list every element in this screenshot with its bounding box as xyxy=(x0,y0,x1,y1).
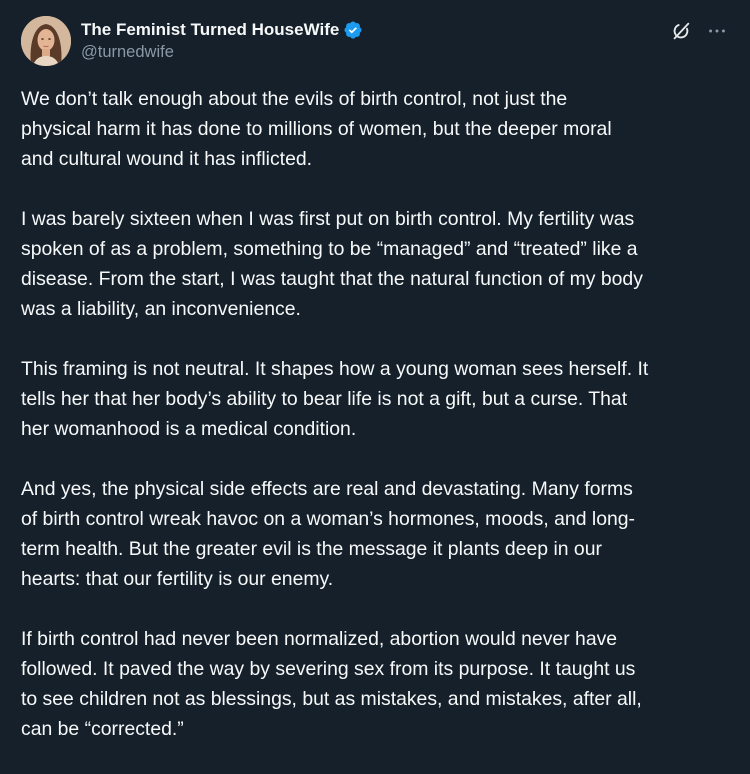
post-paragraph: And yes, the physical side effects are r… xyxy=(21,478,636,590)
post-paragraph: I was barely sixteen when I was first pu… xyxy=(21,208,643,320)
grok-icon[interactable] xyxy=(670,20,692,42)
name-row: The Feminist Turned HouseWife xyxy=(81,18,363,42)
author-identity: The Feminist Turned HouseWife @turnedwif… xyxy=(81,18,363,62)
author-handle[interactable]: @turnedwife xyxy=(81,43,363,62)
author-display-name[interactable]: The Feminist Turned HouseWife xyxy=(81,20,339,40)
post-paragraph: We don’t talk enough about the evils of … xyxy=(21,88,612,170)
post-actions xyxy=(670,20,728,42)
post: The Feminist Turned HouseWife @turnedwif… xyxy=(0,0,750,760)
post-text: We don’t talk enough about the evils of … xyxy=(21,84,733,774)
post-paragraph: This framing is not neutral. It shapes h… xyxy=(21,358,649,440)
verified-badge-icon[interactable] xyxy=(343,20,363,40)
avatar[interactable] xyxy=(21,16,71,66)
avatar-portrait xyxy=(21,16,71,66)
post-paragraph: If birth control had never been normaliz… xyxy=(21,628,642,740)
post-header: The Feminist Turned HouseWife @turnedwif… xyxy=(21,16,734,66)
more-options-icon[interactable] xyxy=(706,20,728,42)
